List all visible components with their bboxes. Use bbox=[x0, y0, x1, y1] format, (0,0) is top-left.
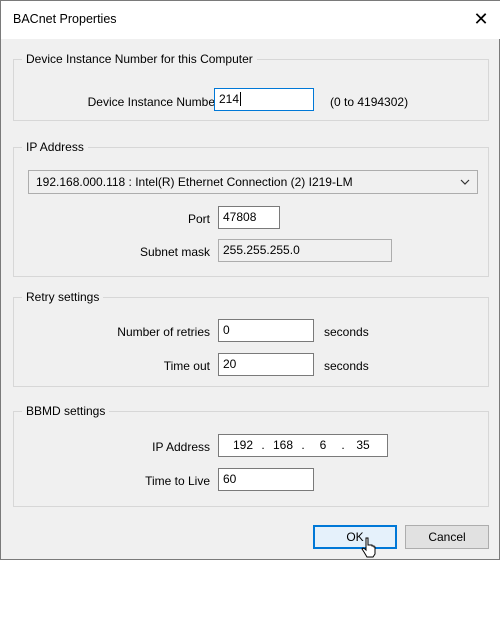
port-input[interactable]: 47808 bbox=[218, 206, 280, 229]
retry-settings-group-legend: Retry settings bbox=[22, 290, 104, 304]
bbmd-ip-address-label: IP Address bbox=[152, 440, 210, 454]
device-instance-input[interactable]: 214 bbox=[214, 88, 314, 111]
dialog-title: BACnet Properties bbox=[13, 12, 117, 26]
time-out-unit-label: seconds bbox=[324, 359, 369, 373]
title-bar: BACnet Properties ✕ bbox=[1, 1, 501, 39]
network-adapter-selected-value: 192.168.000.118 : Intel(R) Ethernet Conn… bbox=[36, 175, 353, 189]
port-label: Port bbox=[187, 212, 210, 226]
subnet-mask-field: 255.255.255.0 bbox=[218, 239, 392, 262]
device-instance-range-hint: (0 to 4194302) bbox=[330, 95, 409, 109]
time-to-live-label: Time to Live bbox=[145, 474, 210, 488]
bbmd-settings-group: BBMD settings IP Address 192 . 168 . 6 .… bbox=[13, 404, 489, 507]
bbmd-settings-group-legend: BBMD settings bbox=[22, 404, 110, 418]
ip-dot: . bbox=[261, 438, 265, 452]
retry-settings-group: Retry settings Number of retries 0 secon… bbox=[13, 290, 489, 387]
bacnet-properties-dialog: BACnet Properties ✕ Device Instance Numb… bbox=[0, 0, 501, 560]
subnet-mask-label: Subnet mask bbox=[139, 245, 210, 259]
number-of-retries-label: Number of retries bbox=[117, 325, 210, 339]
device-instance-value: 214 bbox=[219, 92, 240, 106]
device-instance-group-legend: Device Instance Number for this Computer bbox=[22, 52, 257, 66]
bbmd-ip-address-input[interactable]: 192 . 168 . 6 . 35 bbox=[218, 434, 388, 457]
ip-address-group-legend: IP Address bbox=[22, 140, 88, 154]
number-of-retries-input[interactable]: 0 bbox=[218, 319, 314, 342]
ip-dot: . bbox=[301, 438, 305, 452]
mouse-pointer-icon bbox=[361, 537, 376, 558]
ip-octet-1[interactable]: 192 bbox=[227, 435, 259, 456]
text-caret bbox=[240, 92, 242, 106]
ip-octet-3[interactable]: 6 bbox=[307, 435, 339, 456]
cancel-button[interactable]: Cancel bbox=[405, 525, 489, 549]
network-adapter-select[interactable]: 192.168.000.118 : Intel(R) Ethernet Conn… bbox=[28, 170, 478, 194]
ok-button[interactable]: OK bbox=[313, 525, 397, 549]
chevron-down-icon bbox=[460, 179, 470, 185]
device-instance-group: Device Instance Number for this Computer… bbox=[13, 52, 489, 121]
retries-unit-label: seconds bbox=[324, 325, 369, 339]
ip-octet-2[interactable]: 168 bbox=[267, 435, 299, 456]
close-icon[interactable]: ✕ bbox=[467, 8, 495, 32]
device-instance-label: Device Instance Number bbox=[87, 95, 219, 109]
ip-address-group: IP Address 192.168.000.118 : Intel(R) Et… bbox=[13, 140, 489, 277]
time-out-input[interactable]: 20 bbox=[218, 353, 314, 376]
ip-dot: . bbox=[341, 438, 345, 452]
time-out-label: Time out bbox=[163, 359, 210, 373]
time-to-live-input[interactable]: 60 bbox=[218, 468, 314, 491]
ip-octet-4[interactable]: 35 bbox=[347, 435, 379, 456]
